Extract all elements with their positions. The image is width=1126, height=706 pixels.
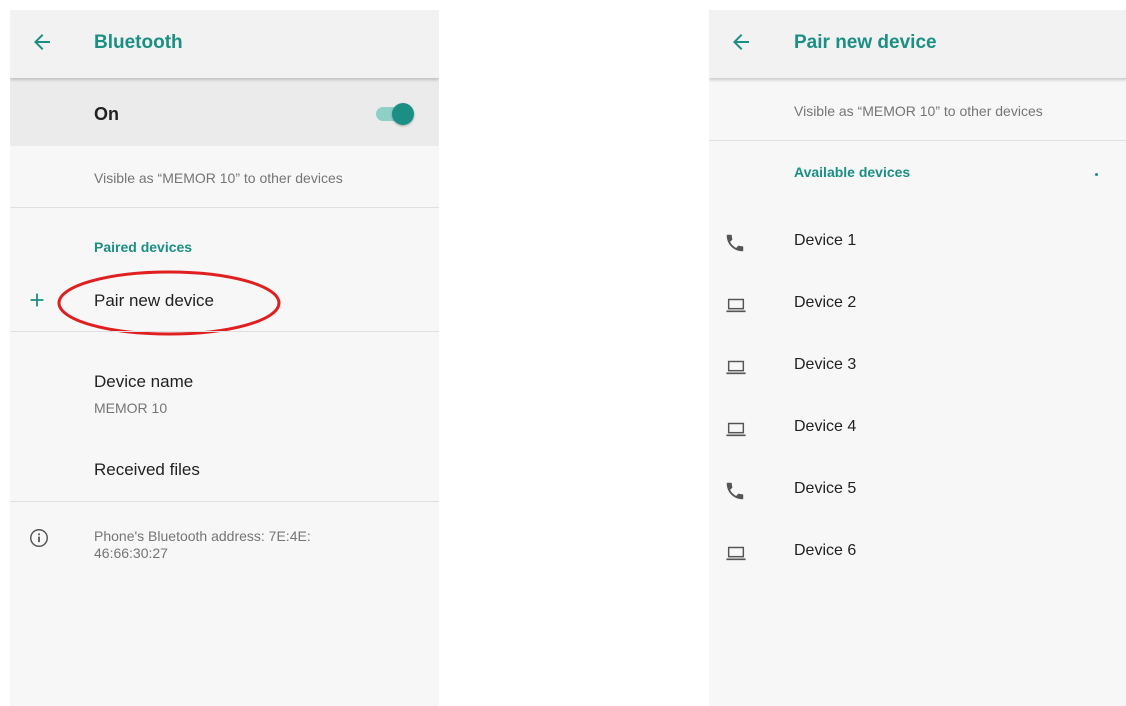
device-row[interactable]: Device 6	[709, 524, 1126, 582]
section-header-paired-devices: Paired devices	[94, 239, 193, 255]
device-row[interactable]: Device 5	[709, 462, 1126, 520]
device-name-label: Device 3	[794, 356, 857, 373]
device-name-value: MEMOR 10	[94, 400, 168, 416]
device-name-title: Device name	[94, 372, 194, 391]
laptop-icon	[724, 294, 748, 316]
device-name-label: Device 4	[794, 418, 857, 435]
received-files-row[interactable]: Received files	[10, 442, 439, 500]
device-name-label: Device 1	[794, 232, 857, 249]
device-row[interactable]: Device 2	[709, 276, 1126, 334]
divider	[10, 207, 439, 208]
info-icon	[30, 529, 48, 547]
divider	[709, 140, 1126, 141]
received-files-label: Received files	[94, 460, 200, 479]
device-row[interactable]: Device 4	[709, 400, 1126, 458]
section-header-available-devices: Available devices	[794, 164, 911, 180]
phone-icon	[724, 232, 748, 254]
bluetooth-settings-screen: Bluetooth On Visible as “MEMOR 10” to ot…	[10, 10, 439, 706]
device-name-label: Device 5	[794, 480, 857, 497]
page-title: Pair new device	[794, 32, 937, 53]
toggle-thumb	[392, 103, 414, 125]
annotation-circle	[57, 270, 281, 336]
bluetooth-address-text: Phone's Bluetooth address: 7E:4E: 46:66:…	[94, 528, 311, 562]
device-row[interactable]: Device 3	[709, 338, 1126, 396]
pair-new-device-screen: Pair new device Visible as “MEMOR 10” to…	[709, 10, 1126, 706]
master-switch-label: On	[94, 104, 119, 124]
plus-icon	[30, 293, 44, 307]
divider	[10, 331, 439, 332]
divider	[10, 501, 439, 502]
phone-icon	[724, 480, 748, 502]
device-name-label: Device 6	[794, 542, 857, 559]
app-bar: Pair new device	[709, 10, 1126, 78]
back-arrow-icon[interactable]	[30, 30, 54, 54]
app-bar: Bluetooth	[10, 10, 439, 78]
bluetooth-master-switch-row[interactable]: On	[10, 78, 439, 146]
visible-as-text: Visible as “MEMOR 10” to other devices	[794, 103, 1043, 119]
device-name-label: Device 2	[794, 294, 857, 311]
scanning-indicator	[1095, 173, 1098, 176]
visible-as-text: Visible as “MEMOR 10” to other devices	[94, 170, 343, 186]
device-row[interactable]: Device 1	[709, 214, 1126, 272]
back-arrow-icon[interactable]	[729, 30, 753, 54]
laptop-icon	[724, 418, 748, 440]
bluetooth-address-line-1: Phone's Bluetooth address: 7E:4E:	[94, 528, 311, 544]
bluetooth-address-line-2: 46:66:30:27	[94, 545, 168, 561]
page-title: Bluetooth	[94, 32, 183, 53]
device-name-row[interactable]: Device name MEMOR 10	[10, 358, 439, 428]
laptop-icon	[724, 356, 748, 378]
laptop-icon	[724, 542, 748, 564]
